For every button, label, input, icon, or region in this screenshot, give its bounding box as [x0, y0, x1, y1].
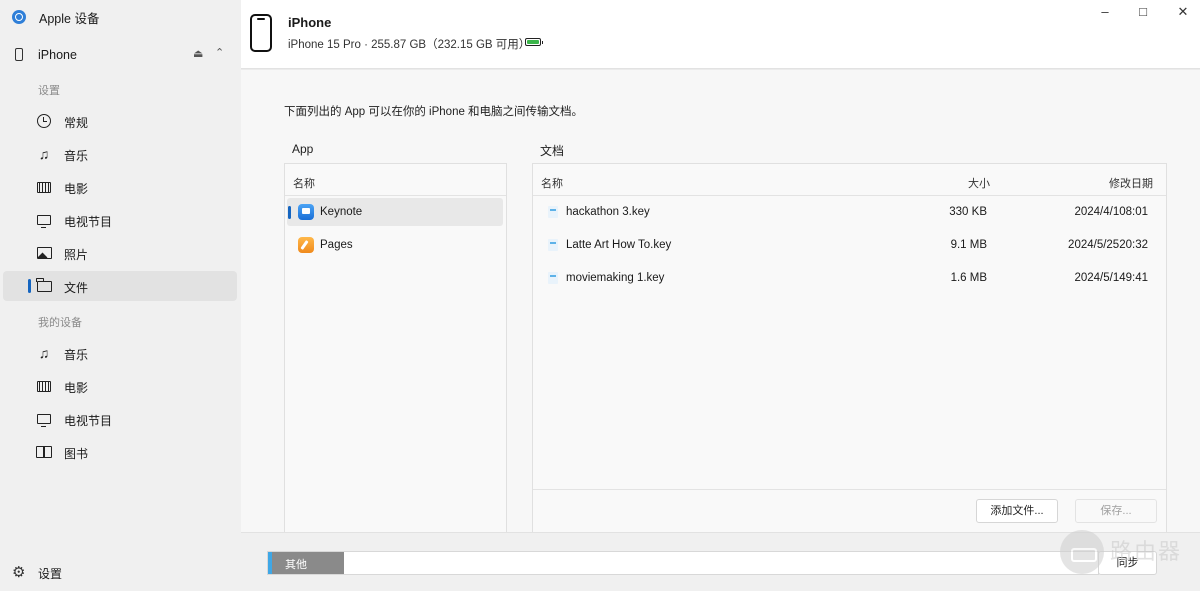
- watermark-text: 路由器: [1110, 539, 1183, 564]
- app-panel-label: App: [292, 142, 314, 156]
- film-icon: [36, 378, 52, 394]
- app-title: Apple 设备: [12, 8, 99, 26]
- close-button[interactable]: ✕: [1175, 4, 1191, 20]
- intro-text: 下面列出的 App 可以在你的 iPhone 和电脑之间传输文档。: [284, 106, 584, 118]
- section-label-settings: 设置: [38, 85, 60, 97]
- app-title-text: Apple 设备: [39, 11, 100, 26]
- battery-fill: [527, 40, 539, 44]
- app-column-header-name[interactable]: 名称: [293, 175, 315, 191]
- sidebar-item-music[interactable]: ♫ 音乐: [3, 139, 237, 169]
- sidebar-item-label: 文件: [64, 281, 89, 295]
- sidebar-item-my-music[interactable]: ♫ 音乐: [3, 338, 237, 368]
- file-size: 330 KB: [949, 206, 987, 218]
- divider: [285, 195, 506, 196]
- storage-segment-other: [272, 552, 344, 574]
- sidebar-item-label: 电视节目: [64, 414, 113, 428]
- sidebar-item-general[interactable]: 常规: [3, 106, 237, 136]
- file-size: 9.1 MB: [950, 239, 987, 251]
- sidebar: Apple 设备 iPhone ⏏ ⌃ 设置 常规 ♫ 音乐 电影 电视节目 照…: [0, 0, 241, 591]
- sidebar-item-my-movies[interactable]: 电影: [3, 371, 237, 401]
- sidebar-item-label: 音乐: [64, 149, 89, 163]
- device-info: iPhone 15 Pro · 255.87 GB（232.15 GB 可用）: [288, 39, 531, 51]
- device-name: iPhone: [288, 15, 332, 30]
- router-logo-icon: [1060, 530, 1104, 574]
- section-label-my-device: 我的设备: [38, 317, 82, 329]
- device-header: iPhone iPhone 15 Pro · 255.87 GB（232.15 …: [241, 0, 1200, 69]
- table-row[interactable]: moviemaking 1.key 1.6 MB 2024/5/149:41: [533, 264, 1166, 292]
- divider: [533, 489, 1166, 490]
- doc-panel-label: 文档: [540, 144, 565, 158]
- tv-icon: [36, 212, 52, 228]
- file-name: Latte Art How To.key: [566, 239, 672, 251]
- sidebar-item-label: 电影: [64, 381, 89, 395]
- file-date: 2024/4/108:01: [1074, 206, 1148, 218]
- battery-icon: [525, 38, 543, 46]
- music-note-icon: ♫: [38, 345, 50, 361]
- phone-icon: [15, 48, 23, 61]
- sidebar-item-tv-shows[interactable]: 电视节目: [3, 205, 237, 235]
- document-table: 名称 大小 修改日期 hackathon 3.key 330 KB 2024/4…: [532, 163, 1167, 533]
- gear-icon: ⚙: [12, 564, 26, 581]
- sidebar-settings-button[interactable]: ⚙ 设置: [0, 561, 241, 583]
- doc-column-header-date[interactable]: 修改日期: [1109, 175, 1153, 191]
- eject-icon[interactable]: ⏏: [193, 47, 203, 60]
- minimize-button[interactable]: –: [1097, 4, 1113, 20]
- clock-icon: [36, 113, 52, 129]
- doc-column-header-size[interactable]: 大小: [968, 175, 990, 191]
- file-date: 2024/5/2520:32: [1068, 239, 1148, 251]
- keynote-file-icon: [548, 206, 558, 218]
- photo-icon: [36, 245, 52, 261]
- device-label: iPhone: [38, 48, 77, 62]
- file-date: 2024/5/149:41: [1074, 272, 1148, 284]
- divider: [533, 195, 1166, 196]
- sidebar-item-label: 图书: [64, 447, 89, 461]
- tv-icon: [36, 411, 52, 427]
- storage-bar: 其他: [267, 551, 1099, 575]
- table-row[interactable]: Latte Art How To.key 9.1 MB 2024/5/2520:…: [533, 231, 1166, 259]
- sidebar-item-my-books[interactable]: 图书: [3, 437, 237, 467]
- sidebar-item-movies[interactable]: 电影: [3, 172, 237, 202]
- pages-app-icon: [298, 237, 314, 253]
- keynote-file-icon: [548, 272, 558, 284]
- storage-segment-label: 其他: [285, 559, 307, 571]
- footer: 其他 同步: [241, 532, 1200, 591]
- add-file-button[interactable]: 添加文件...: [976, 499, 1058, 523]
- app-row-keynote[interactable]: Keynote: [287, 198, 503, 226]
- sidebar-item-label: 电影: [64, 182, 89, 196]
- app-name: Keynote: [320, 206, 363, 218]
- keynote-file-icon: [548, 239, 558, 251]
- file-name: hackathon 3.key: [566, 206, 650, 218]
- active-indicator: [28, 279, 31, 293]
- sidebar-item-label: 电视节目: [64, 215, 113, 229]
- selected-indicator: [288, 206, 291, 219]
- maximize-button[interactable]: □: [1135, 4, 1151, 20]
- keynote-app-icon: [298, 204, 314, 220]
- sidebar-item-label: 常规: [64, 116, 89, 130]
- watermark: 路由器: [1060, 528, 1190, 574]
- app-row-pages[interactable]: Pages: [287, 231, 503, 259]
- table-row[interactable]: hackathon 3.key 330 KB 2024/4/108:01: [533, 198, 1166, 226]
- main-content: 下面列出的 App 可以在你的 iPhone 和电脑之间传输文档。 App 文档…: [241, 70, 1200, 533]
- settings-label: 设置: [38, 567, 63, 581]
- save-button[interactable]: 保存...: [1075, 499, 1157, 523]
- sidebar-item-my-tv-shows[interactable]: 电视节目: [3, 404, 237, 434]
- sidebar-item-label: 音乐: [64, 348, 89, 362]
- app-name: Pages: [320, 239, 353, 251]
- book-icon: [36, 444, 52, 460]
- folder-icon: [36, 277, 52, 294]
- file-name: moviemaking 1.key: [566, 272, 665, 284]
- film-icon: [36, 179, 52, 195]
- doc-column-header-name[interactable]: 名称: [541, 175, 563, 191]
- file-size: 1.6 MB: [950, 272, 987, 284]
- music-note-icon: ♫: [38, 146, 50, 162]
- sidebar-item-label: 照片: [64, 248, 89, 262]
- sidebar-item-photos[interactable]: 照片: [3, 238, 237, 268]
- apple-devices-logo-icon: [12, 10, 26, 24]
- chevron-up-icon[interactable]: ⌃: [215, 46, 224, 59]
- iphone-icon: [250, 14, 272, 52]
- app-list: 名称 Keynote Pages: [284, 163, 507, 533]
- sidebar-device-iphone[interactable]: iPhone ⏏ ⌃: [0, 44, 241, 66]
- sidebar-item-files[interactable]: 文件: [3, 271, 237, 301]
